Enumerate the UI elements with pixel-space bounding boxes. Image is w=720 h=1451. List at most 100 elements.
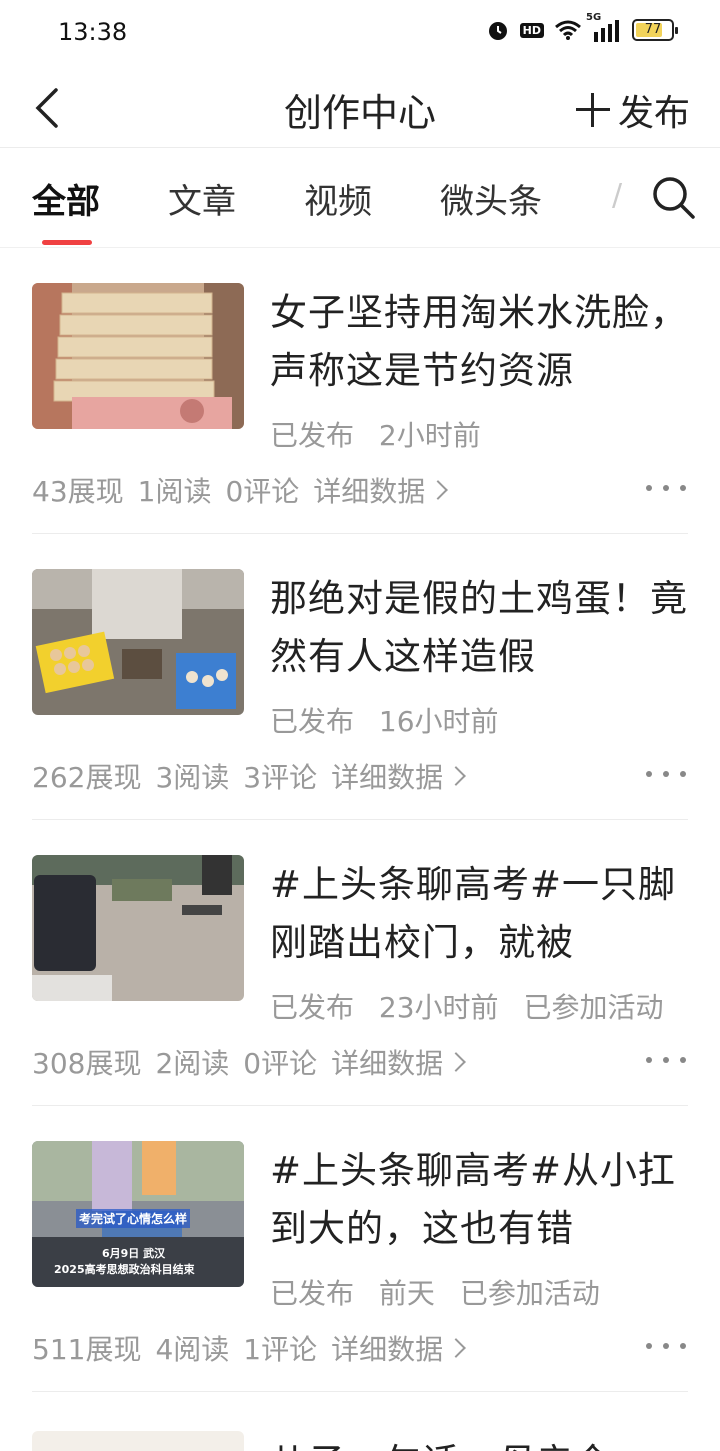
more-dot-icon — [663, 485, 669, 491]
publish-button[interactable]: 发布 — [575, 84, 690, 136]
tab-articles[interactable]: 文章 — [168, 174, 236, 223]
thumbnail-image[interactable] — [32, 283, 244, 429]
battery-level: 77 — [644, 22, 662, 37]
item-title[interactable]: #上头条聊高考#从小扛到大的，这也有错 — [270, 1142, 688, 1258]
thumbnail-image[interactable] — [32, 855, 244, 1001]
thumbnail-image[interactable] — [32, 569, 244, 715]
reads-count: 2阅读 — [155, 1047, 230, 1080]
detail-data-label: 详细数据 — [331, 1047, 444, 1080]
network-label: 5G — [586, 12, 602, 23]
alarm-icon — [486, 18, 510, 42]
search-icon — [653, 177, 695, 219]
tab-videos[interactable]: 视频 — [304, 174, 372, 223]
publish-time: 前天 — [378, 1277, 435, 1310]
detail-data-link[interactable]: 详细数据 — [331, 1328, 467, 1368]
more-dot-icon — [680, 1057, 686, 1063]
chevron-right-icon — [446, 766, 467, 786]
more-dot-icon — [680, 1343, 686, 1349]
tab-micro-posts[interactable]: 微头条 — [440, 174, 542, 223]
publish-status: 已发布 — [270, 1277, 355, 1310]
plus-icon — [575, 93, 610, 127]
status-time: 13:38 — [58, 18, 128, 46]
publish-status: 已发布 — [270, 705, 355, 738]
chevron-right-icon — [446, 1052, 467, 1072]
thumbnail-image[interactable]: 考完试了心情怎么样 6月9日 武汉 2025高考思想政治科目结束 — [32, 1141, 244, 1287]
more-options-button[interactable] — [646, 1046, 686, 1074]
list-item-partial[interactable]: 儿子一句话，母亲今 — [32, 1396, 688, 1451]
more-options-button[interactable] — [646, 760, 686, 788]
more-dot-icon — [646, 771, 652, 777]
thumb-caption: 2025高考思想政治科目结束 — [54, 1263, 195, 1276]
impressions-count: 308展现 — [32, 1047, 142, 1080]
detail-data-label: 详细数据 — [313, 475, 426, 508]
item-meta: 已发布 23小时前 已参加活动 — [270, 986, 679, 1026]
activity-status: 已参加活动 — [459, 1277, 600, 1310]
item-title[interactable]: #上头条聊高考#一只脚刚踏出校门，就被 — [270, 856, 688, 972]
detail-data-link[interactable]: 详细数据 — [313, 470, 449, 510]
tab-overflow-hint: / — [612, 178, 623, 213]
item-title[interactable]: 儿子一句话，母亲今 — [270, 1432, 612, 1451]
comments-count: 1评论 — [243, 1333, 318, 1366]
more-dot-icon — [680, 485, 686, 491]
item-stats: 262展现 3阅读 3评论 详细数据 — [32, 756, 467, 796]
detail-data-link[interactable]: 详细数据 — [331, 1042, 467, 1082]
hd-badge: HD — [519, 22, 544, 38]
status-bar: 13:38 HD 5G 77 — [0, 0, 720, 66]
detail-data-label: 详细数据 — [331, 1333, 444, 1366]
item-title[interactable]: 那绝对是假的土鸡蛋！竟然有人这样造假 — [270, 570, 688, 686]
search-button[interactable] — [650, 174, 696, 220]
status-icons: HD 5G 77 — [486, 12, 678, 42]
detail-data-label: 详细数据 — [331, 761, 444, 794]
more-dot-icon — [663, 1057, 669, 1063]
more-dot-icon — [663, 1343, 669, 1349]
activity-status: 已参加活动 — [523, 991, 664, 1024]
tab-all[interactable]: 全部 — [32, 174, 100, 223]
comments-count: 0评论 — [225, 475, 300, 508]
tab-bar: 全部 文章 视频 微头条 / — [0, 148, 720, 248]
comments-count: 0评论 — [243, 1047, 318, 1080]
publish-status: 已发布 — [270, 419, 355, 452]
battery-icon: 77 — [632, 19, 678, 41]
more-options-button[interactable] — [646, 1332, 686, 1360]
thumb-caption: 6月9日 武汉 — [102, 1247, 166, 1260]
active-tab-indicator — [42, 240, 92, 245]
publish-time: 2小时前 — [378, 419, 481, 452]
item-stats: 308展现 2阅读 0评论 详细数据 — [32, 1042, 467, 1082]
impressions-count: 511展现 — [32, 1333, 142, 1366]
publish-status: 已发布 — [270, 991, 355, 1024]
list-item[interactable]: 那绝对是假的土鸡蛋！竟然有人这样造假 已发布 16小时前 262展现 3阅读 3… — [32, 534, 688, 820]
item-stats: 511展现 4阅读 1评论 详细数据 — [32, 1328, 467, 1368]
item-meta: 已发布 2小时前 — [270, 414, 497, 454]
chevron-right-icon — [446, 1338, 467, 1358]
more-options-button[interactable] — [646, 474, 686, 502]
detail-data-link[interactable]: 详细数据 — [331, 756, 467, 796]
list-item[interactable]: #上头条聊高考#一只脚刚踏出校门，就被 已发布 23小时前 已参加活动 308展… — [32, 820, 688, 1106]
impressions-count: 43展现 — [32, 475, 124, 508]
more-dot-icon — [646, 1343, 652, 1349]
signal-icon: 5G — [586, 12, 622, 42]
reads-count: 1阅读 — [137, 475, 212, 508]
more-dot-icon — [680, 771, 686, 777]
battery-cap — [675, 27, 678, 34]
item-meta: 已发布 前天 已参加活动 — [270, 1272, 616, 1312]
impressions-count: 262展现 — [32, 761, 142, 794]
comments-count: 3评论 — [243, 761, 318, 794]
reads-count: 3阅读 — [155, 761, 230, 794]
item-title[interactable]: 女子坚持用淘米水洗脸，声称这是节约资源 — [270, 284, 688, 400]
reads-count: 4阅读 — [155, 1333, 230, 1366]
publish-label: 发布 — [617, 93, 690, 134]
publish-time: 16小时前 — [378, 705, 499, 738]
list-item[interactable]: 女子坚持用淘米水洗脸，声称这是节约资源 已发布 2小时前 43展现 1阅读 0评… — [32, 248, 688, 534]
header: 创作中心 发布 — [0, 66, 720, 148]
chevron-right-icon — [428, 480, 449, 500]
item-meta: 已发布 16小时前 — [270, 700, 515, 740]
wifi-icon — [554, 19, 582, 41]
thumbnail-image[interactable] — [32, 1431, 244, 1451]
list-item[interactable]: 考完试了心情怎么样 6月9日 武汉 2025高考思想政治科目结束 #上头条聊高考… — [32, 1106, 688, 1392]
more-dot-icon — [646, 1057, 652, 1063]
publish-time: 23小时前 — [378, 991, 499, 1024]
more-dot-icon — [646, 485, 652, 491]
more-dot-icon — [663, 771, 669, 777]
thumb-caption: 考完试了心情怎么样 — [76, 1209, 191, 1228]
item-stats: 43展现 1阅读 0评论 详细数据 — [32, 470, 449, 510]
